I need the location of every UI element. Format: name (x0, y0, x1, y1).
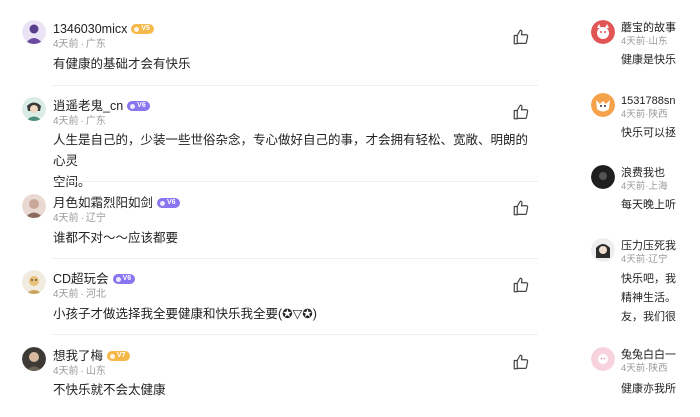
comment-location: 广东 (85, 39, 106, 50)
comment-item: 压力压死我 4天前·辽宁 快乐吧，我 精神生活。 友，我们很 (578, 238, 700, 328)
username[interactable]: 月色如霜烈阳如剑 (53, 194, 153, 212)
level-badge: V7 (107, 351, 130, 361)
user-avatar[interactable] (22, 194, 46, 218)
comment-list: 1346030micx V5 4天前 · 广东 有健康的基础才会有快乐 逍遥老鬼_c… (0, 0, 548, 417)
comment-meta: 4天前·山东 (621, 36, 668, 47)
comment-time: 4天前 (53, 366, 79, 377)
user-avatar[interactable] (591, 347, 615, 371)
comment-content: 友，我们很 (621, 311, 676, 323)
comment-item: 1531788sn 4天前·陕西 快乐可以拯 (578, 93, 700, 143)
comment-location: 广东 (85, 116, 106, 127)
user-avatar[interactable] (22, 97, 46, 121)
comment-item: 逍遥老鬼_cn V6 4天前 · 广东 人生是自己的，少装一些世俗杂念，专心做好自己… (0, 97, 548, 189)
user-avatar[interactable] (591, 238, 615, 262)
comment-list-right: 蘑宝的故事 4天前·山东 健康是快乐 1531788sn 4天前·陕西 快乐可以… (578, 0, 700, 417)
username[interactable]: 蘑宝的故事 (621, 20, 676, 36)
thumbs-up-icon[interactable] (512, 28, 530, 46)
comment-location: 山东 (85, 366, 106, 377)
comment-meta: 4天前 · 广东 (53, 116, 106, 127)
comment-meta: 4天前 · 广东 (53, 39, 106, 50)
comment-item: CD超玩会 V6 4天前 · 河北 小孩子才做选择我全要健康和快乐我全要(✪▽✪) (0, 270, 548, 335)
username[interactable]: 压力压死我 (621, 238, 676, 254)
username[interactable]: 兔兔白白一 (621, 347, 676, 363)
comment-content: 健康亦我所 (621, 383, 676, 395)
comment-content: 谁都不对～～应该都要 (53, 231, 179, 245)
comment-content: 快乐吧，我 (621, 273, 676, 285)
comment-time: 4天前 (53, 213, 79, 224)
user-avatar[interactable] (22, 20, 46, 44)
comment-meta: 4天前·上海 (621, 181, 668, 192)
comment-location: 河北 (85, 289, 106, 300)
thumbs-up-icon[interactable] (512, 199, 530, 217)
comment-item: 1346030micx V5 4天前 · 广东 有健康的基础才会有快乐 (0, 20, 548, 86)
username[interactable]: 1531788sn (621, 93, 675, 109)
comment-meta: 4天前 · 河北 (53, 289, 106, 300)
comment-item: 兔兔白白一 4天前·陕西 健康亦我所 (578, 347, 700, 397)
username[interactable]: 浪费我也 (621, 165, 665, 181)
comment-content: 有健康的基础才会有快乐 (53, 57, 191, 71)
comment-item: 浪费我也 4天前·上海 每天晚上听 (578, 165, 700, 215)
user-avatar[interactable] (22, 270, 46, 294)
comment-content: 健康是快乐 (621, 54, 676, 66)
comment-time: 4天前 (53, 39, 79, 50)
comment-content: 小孩子才做选择我全要健康和快乐我全要(✪▽✪) (53, 307, 317, 321)
comment-meta: 4天前·陕西 (621, 363, 668, 374)
comment-item: 蘑宝的故事 4天前·山东 健康是快乐 (578, 20, 700, 70)
user-avatar[interactable] (22, 347, 46, 371)
user-avatar[interactable] (591, 20, 615, 44)
comment-meta: 4天前·辽宁 (621, 254, 668, 265)
level-badge: V6 (127, 101, 150, 111)
level-badge: V6 (157, 198, 180, 208)
thumbs-up-icon[interactable] (512, 353, 530, 371)
comment-item: 月色如霜烈阳如剑 V6 4天前 · 辽宁 谁都不对～～应该都要 (0, 194, 548, 259)
comment-meta: 4天前·陕西 (621, 109, 668, 120)
thumbs-up-icon[interactable] (512, 276, 530, 294)
level-badge: V6 (112, 274, 136, 284)
level-badge: V5 (131, 24, 154, 34)
comment-content: 每天晚上听 (621, 199, 676, 211)
username[interactable]: 1346030micx (53, 20, 127, 38)
comment-content: 人生是自己的，少装一些世俗杂念，专心做好自己的事，才会拥有轻松、宽敞、明朗的心灵… (53, 133, 529, 189)
comment-content: 不快乐就不会太健康 (53, 383, 166, 397)
username[interactable]: 逍遥老鬼_cn (53, 97, 123, 115)
comment-meta: 4天前·辽宁 (53, 213, 106, 224)
username[interactable]: CD超玩会 (53, 270, 109, 288)
comment-content: 快乐可以拯 (621, 127, 676, 139)
comment-meta: 4天前·山东 (53, 366, 106, 377)
comment-content: 精神生活。 (621, 292, 676, 304)
username[interactable]: 想我了梅 (53, 347, 103, 365)
comment-location: 辽宁 (85, 213, 106, 224)
thumbs-up-icon[interactable] (512, 103, 530, 121)
comment-time: 4天前 (53, 116, 79, 127)
comment-item: 想我了梅 V7 4天前 · 山东 不快乐就不会太健康 (0, 347, 548, 407)
user-avatar[interactable] (591, 93, 615, 117)
user-avatar[interactable] (591, 165, 615, 189)
comment-time: 4天前 (53, 289, 79, 300)
